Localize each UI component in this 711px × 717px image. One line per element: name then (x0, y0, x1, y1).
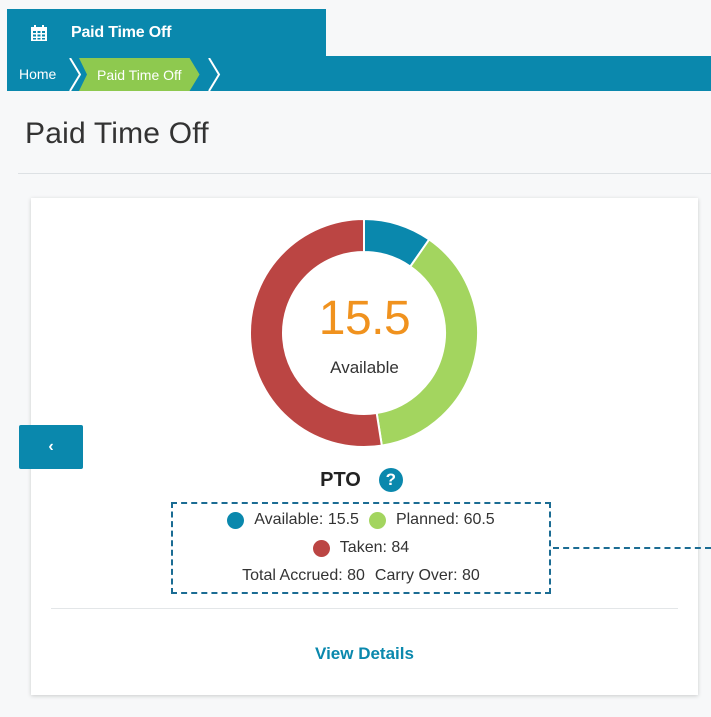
page-title: Paid Time Off (25, 117, 209, 150)
legend-planned: Planned: 60.5 (395, 511, 495, 528)
planned-dot-icon (368, 511, 386, 529)
plan-name: PTO (320, 468, 361, 491)
breadcrumb-separator-icon (69, 58, 81, 91)
view-details-link[interactable]: View Details (31, 644, 698, 664)
breadcrumb-home-link[interactable]: Home (19, 66, 56, 82)
available-dot-icon (227, 511, 245, 529)
card-divider (51, 608, 678, 609)
legend-carry-over: Carry Over: 80 (374, 567, 480, 584)
breadcrumb-separator-icon (208, 58, 221, 91)
available-value: 15.5 (318, 292, 411, 345)
question-circle-icon[interactable]: ? (378, 468, 403, 492)
pto-legend: Available: 15.5 Planned: 60.5 Taken: 84 … (171, 506, 551, 590)
available-label: Available (330, 358, 399, 377)
legend-taken: Taken: 84 (339, 539, 410, 556)
pto-card: 15.5 Available PTO ? View Details (31, 198, 698, 695)
calendar-icon (31, 24, 47, 41)
app-title: Paid Time Off (71, 23, 172, 41)
chevron-left-icon: ‹ (48, 438, 54, 455)
app-title-tab: Paid Time Off (7, 9, 326, 56)
title-divider (18, 173, 711, 174)
highlight-connector-line (553, 547, 711, 549)
taken-dot-icon (312, 539, 330, 557)
plan-heading: PTO ? (31, 468, 698, 492)
previous-button[interactable]: ‹ (19, 425, 83, 469)
breadcrumb: Home Paid Time Off (7, 58, 711, 91)
legend-total-accrued: Total Accrued: 80 (242, 567, 365, 584)
legend-available: Available: 15.5 (254, 511, 359, 528)
breadcrumb-current[interactable]: Paid Time Off (79, 58, 200, 91)
